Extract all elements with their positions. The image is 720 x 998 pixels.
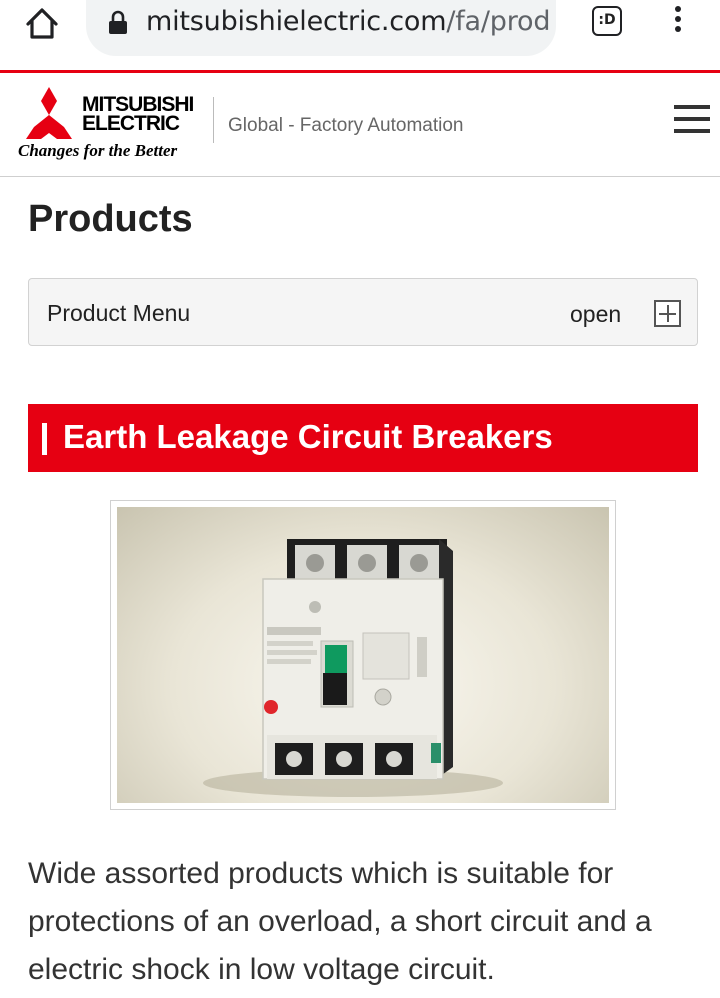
product-image-frame xyxy=(110,500,616,810)
home-icon[interactable] xyxy=(22,4,62,44)
hamburger-icon[interactable] xyxy=(674,105,710,139)
product-description: Wide assorted products which is suitable… xyxy=(28,857,652,986)
url-path: /fa/prod xyxy=(446,6,551,37)
site-header: MITSUBISHI ELECTRIC Changes for the Bett… xyxy=(0,73,720,177)
url-text[interactable]: mitsubishielectric.com/fa/prod xyxy=(146,6,550,37)
browser-toolbar: mitsubishielectric.com/fa/prod :D xyxy=(0,0,720,70)
more-vert-icon[interactable] xyxy=(668,6,688,38)
logo-wordmark[interactable]: MITSUBISHI ELECTRIC xyxy=(82,94,194,135)
plus-icon[interactable] xyxy=(654,300,681,327)
page-title: Products xyxy=(28,198,193,240)
lock-icon xyxy=(108,10,128,36)
product-menu-label: Product Menu xyxy=(47,300,191,326)
three-diamonds-logo-icon[interactable] xyxy=(18,87,80,141)
circuit-breaker-image xyxy=(117,507,609,803)
url-domain: mitsubishielectric.com xyxy=(146,6,447,37)
product-menu-open-label[interactable]: open xyxy=(570,301,621,328)
product-menu-toggle[interactable]: Product Menu open xyxy=(28,278,698,346)
address-bar[interactable]: mitsubishielectric.com/fa/prod xyxy=(86,0,556,56)
tab-switcher-icon[interactable]: :D xyxy=(592,6,622,36)
heading-bar-marker xyxy=(42,423,47,455)
logo-line2: ELECTRIC xyxy=(82,112,180,135)
section-heading: Earth Leakage Circuit Breakers xyxy=(28,404,698,472)
logo-tagline: Changes for the Better xyxy=(18,141,178,160)
section-title: Earth Leakage Circuit Breakers xyxy=(63,418,553,455)
site-section-link[interactable]: Global - Factory Automation xyxy=(228,115,464,137)
header-divider xyxy=(213,97,214,143)
